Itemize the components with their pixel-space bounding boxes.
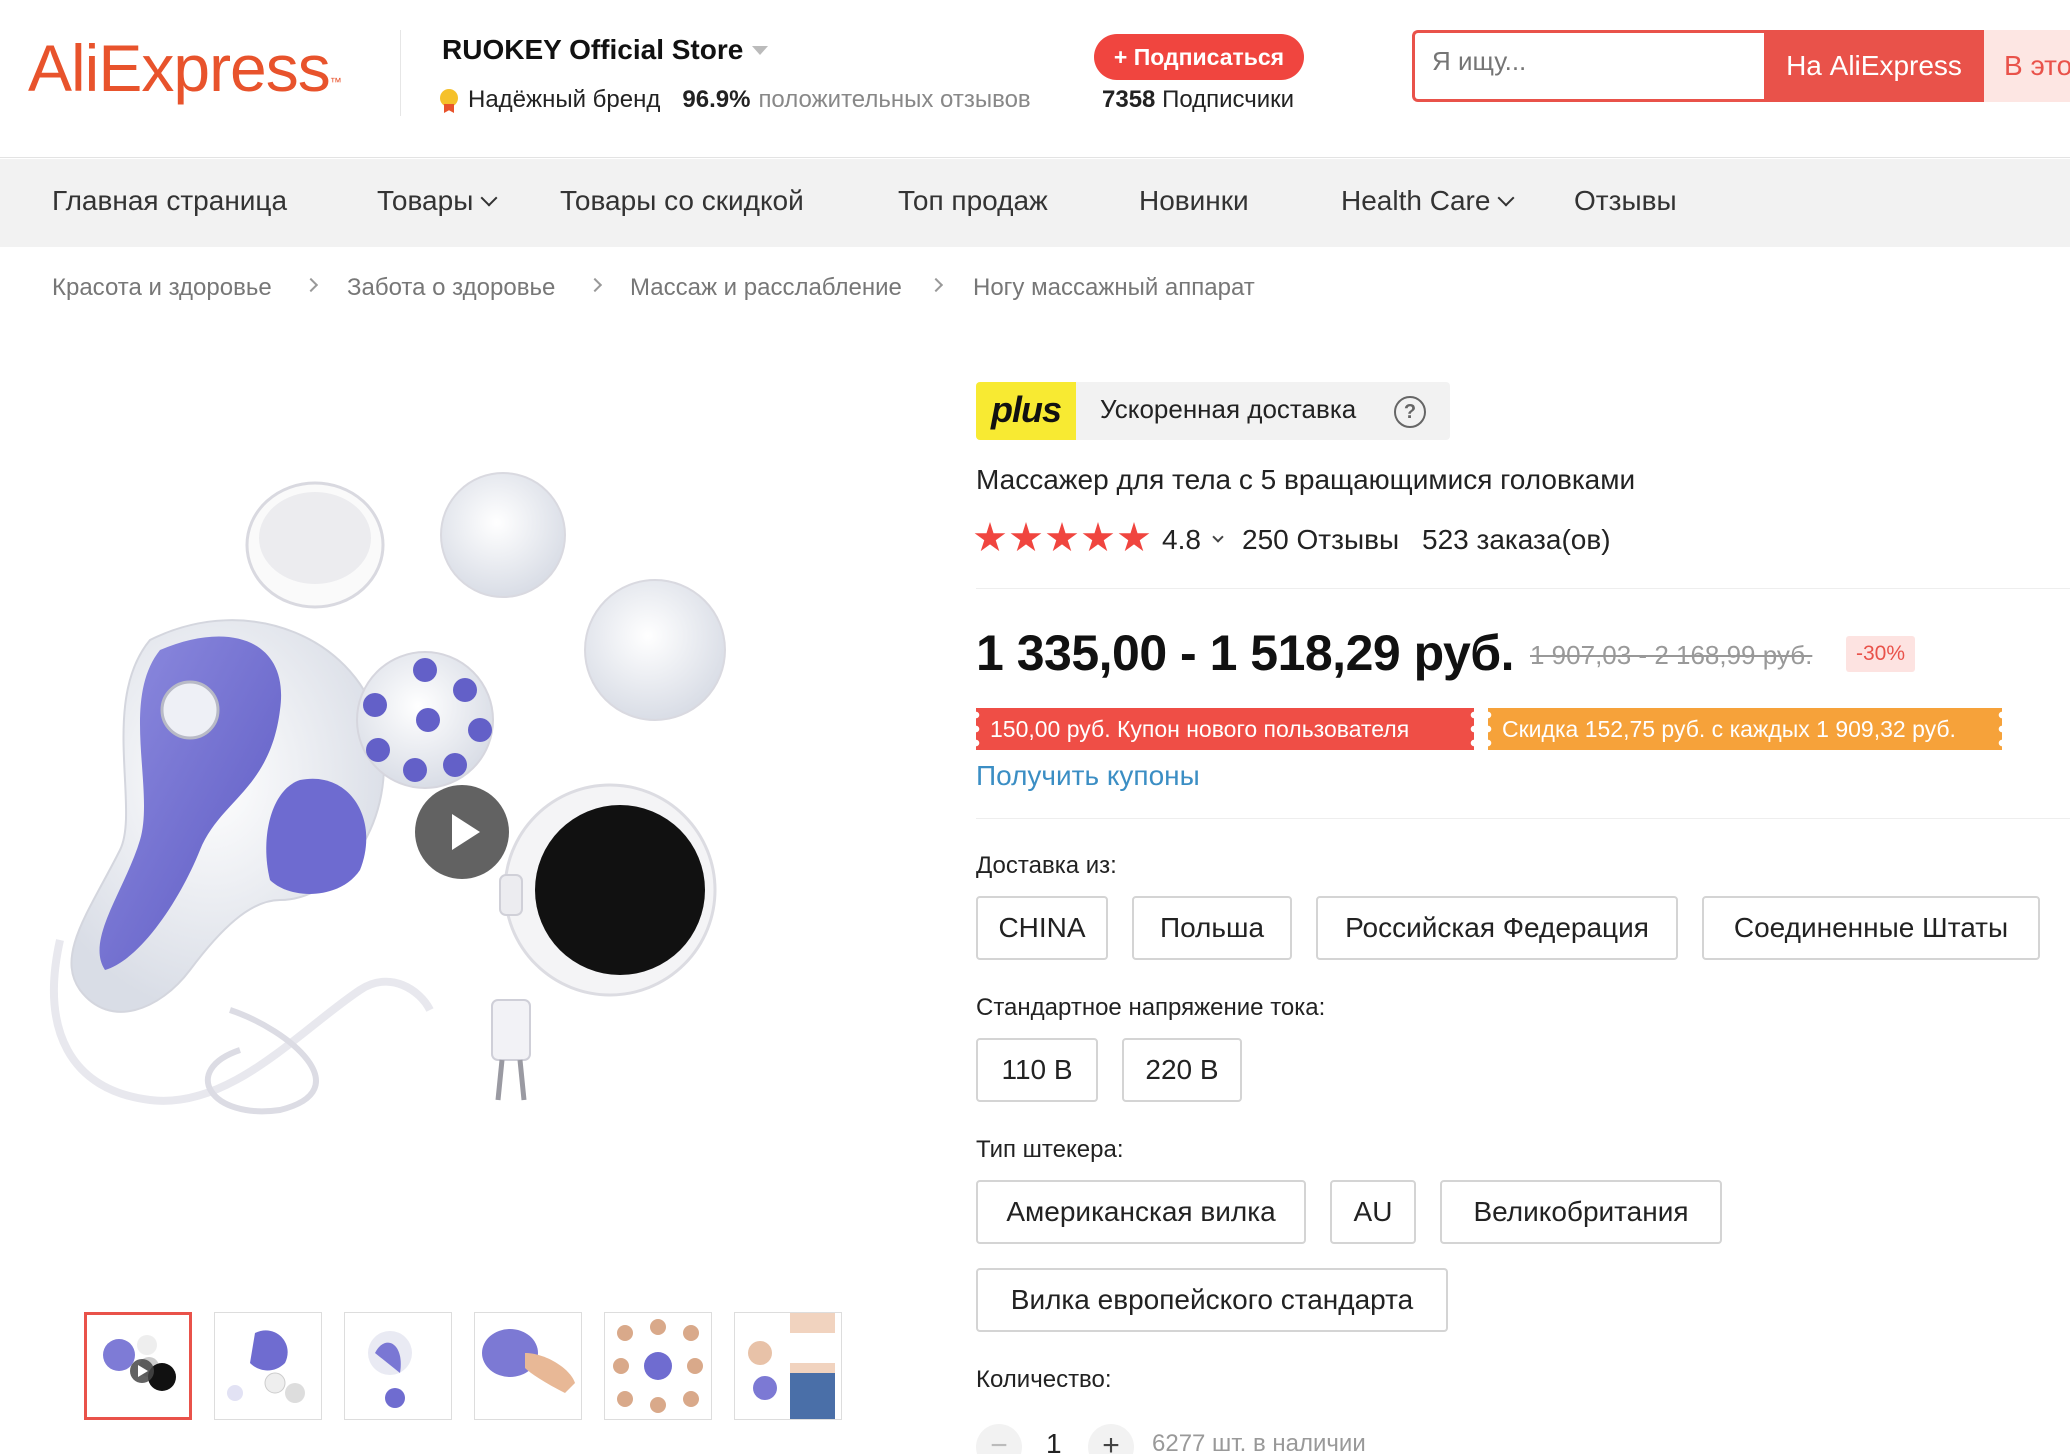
quantity-increase-button[interactable]: +	[1088, 1424, 1134, 1454]
positive-label: положительных отзывов	[758, 86, 1031, 113]
thumbnail[interactable]	[84, 1312, 192, 1420]
stock-count: 6277 шт. в наличии	[1152, 1430, 1366, 1454]
divider	[976, 588, 2070, 589]
voltage-option[interactable]: 220 В	[1122, 1038, 1242, 1102]
search-aliexpress-button[interactable]: На AliExpress	[1764, 30, 1984, 102]
breadcrumb-item[interactable]: Ногу массажный аппарат	[973, 274, 1255, 302]
header-divider	[400, 30, 401, 116]
breadcrumb-item[interactable]: Красота и здоровье	[52, 274, 272, 302]
store-header: AliExpress™ RUOKEY Official Store Надёжн…	[0, 0, 2070, 158]
reviews-link[interactable]: 250 Отзывы	[1242, 524, 1399, 556]
positive-percent: 96.9%	[682, 86, 751, 113]
plug-option[interactable]: AU	[1330, 1180, 1416, 1244]
thumbnail[interactable]	[474, 1312, 582, 1420]
nav-item-products[interactable]: Товары	[377, 185, 498, 217]
plug-type-label: Тип штекера:	[976, 1136, 1124, 1163]
store-discount-coupon[interactable]: Скидка 152,75 руб. с каждых 1 909,32 руб…	[1488, 708, 2002, 750]
store-nav: Главная страница Товары Товары со скидко…	[0, 159, 2070, 247]
get-coupons-link[interactable]: Получить купоны	[976, 760, 1200, 792]
ship-from-option[interactable]: Польша	[1132, 896, 1292, 960]
plug-option[interactable]: Вилка европейского стандарта	[976, 1268, 1448, 1332]
thumbnail[interactable]	[214, 1312, 322, 1420]
voltage-option[interactable]: 110 В	[976, 1038, 1098, 1102]
fast-delivery-label: Ускоренная доставка	[1100, 394, 1357, 424]
thumbnail[interactable]	[734, 1312, 842, 1420]
medal-icon	[438, 87, 460, 113]
nav-item-home[interactable]: Главная страница	[52, 185, 287, 217]
play-video-icon[interactable]	[415, 785, 509, 879]
star-icon	[1118, 522, 1150, 552]
voltage-label: Стандартное напряжение тока:	[976, 994, 1326, 1021]
quantity-input[interactable]: 1	[1046, 1428, 1066, 1454]
nav-item-sale[interactable]: Товары со скидкой	[560, 185, 804, 217]
star-icon	[1082, 522, 1114, 552]
discount-badge: -30%	[1846, 636, 1916, 672]
nav-item-top-sellers[interactable]: Топ продаж	[898, 185, 1048, 217]
chevron-right-icon	[587, 277, 603, 293]
thumbnail[interactable]	[344, 1312, 452, 1420]
chevron-down-icon[interactable]	[752, 46, 768, 55]
star-icon	[1046, 522, 1078, 552]
thumbnail-image	[103, 1335, 176, 1391]
breadcrumb-item[interactable]: Забота о здоровье	[347, 274, 555, 302]
help-icon[interactable]: ?	[1394, 396, 1426, 428]
chevron-down-icon[interactable]	[1212, 531, 1224, 543]
rating-value[interactable]: 4.8	[1162, 524, 1201, 556]
search-input[interactable]	[1432, 46, 1752, 77]
chevron-right-icon	[303, 277, 319, 293]
store-name[interactable]: RUOKEY Official Store	[442, 34, 743, 66]
thumbnail-image	[748, 1313, 835, 1419]
quantity-label: Количество:	[976, 1366, 1112, 1393]
thumbnail-image	[482, 1329, 575, 1393]
ship-from-option[interactable]: Соединенные Штаты	[1702, 896, 2040, 960]
plug-option[interactable]: Великобритания	[1440, 1180, 1722, 1244]
chevron-down-icon	[1497, 189, 1515, 207]
aliexpress-logo[interactable]: AliExpress™	[28, 28, 342, 108]
brand-label: Надёжный бренд	[468, 86, 661, 113]
ship-from-option[interactable]: CHINA	[976, 896, 1108, 960]
plus-logo: plus	[976, 382, 1076, 440]
subscribe-button[interactable]: + Подписаться	[1094, 34, 1304, 80]
chevron-down-icon	[480, 189, 498, 207]
price: 1 335,00 - 1 518,29 руб.	[976, 625, 1515, 681]
thumbnail-image	[368, 1331, 412, 1408]
nav-item-reviews[interactable]: Отзывы	[1574, 185, 1677, 217]
star-icon	[974, 522, 1006, 552]
rating-stars	[974, 522, 1150, 554]
nav-item-health-care[interactable]: Health Care	[1341, 185, 1515, 217]
old-price: 1 907,03 - 2 168,99 руб.	[1530, 640, 1813, 670]
breadcrumb-item[interactable]: Массаж и расслабление	[630, 274, 902, 302]
thumbnail-image	[613, 1319, 703, 1413]
orders-count: 523 заказа(ов)	[1422, 524, 1611, 555]
new-user-coupon[interactable]: 150,00 руб. Купон нового пользователя	[976, 708, 1474, 750]
chevron-right-icon	[928, 277, 944, 293]
store-rating-line: Надёжный бренд 96.9% положительных отзыв…	[438, 86, 1031, 114]
divider	[976, 818, 2070, 819]
followers-count: 7358 Подписчики	[1102, 86, 1295, 113]
plug-option[interactable]: Американская вилка	[976, 1180, 1306, 1244]
ship-from-option[interactable]: Российская Федерация	[1316, 896, 1678, 960]
ship-from-label: Доставка из:	[976, 852, 1117, 879]
product-title: Массажер для тела с 5 вращающимися голов…	[976, 464, 1636, 495]
thumbnail-image	[227, 1330, 305, 1403]
thumbnail[interactable]	[604, 1312, 712, 1420]
star-icon	[1010, 522, 1042, 552]
search-store-button[interactable]: В этом магазине	[1984, 30, 2070, 102]
nav-item-new[interactable]: Новинки	[1139, 185, 1249, 217]
quantity-decrease-button[interactable]: −	[976, 1424, 1022, 1454]
